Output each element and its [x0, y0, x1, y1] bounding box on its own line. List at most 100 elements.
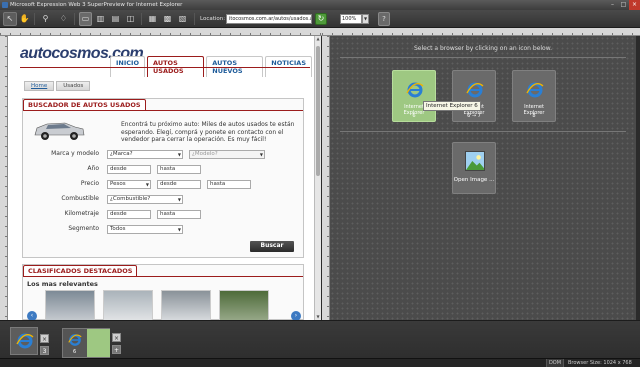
- scroll-thumb[interactable]: [316, 46, 320, 176]
- combustible-label: Combustible: [61, 195, 99, 202]
- title-bar: Microsoft Expression Web 3 SuperPreview …: [0, 0, 640, 10]
- km-desde-input[interactable]: desde: [107, 210, 151, 219]
- anio-label: Año: [87, 165, 99, 172]
- location-input[interactable]: itocosmos.com.ar/autos/usados.aspx: [226, 14, 312, 24]
- breadcrumb-usados[interactable]: Usados: [56, 81, 91, 91]
- marca-value: ¿Marca?: [110, 151, 133, 157]
- featured-car-thumbnail[interactable]: [161, 290, 211, 320]
- toolbar-separator: [141, 13, 142, 25]
- layout-single-icon[interactable]: ▭: [79, 12, 92, 26]
- layout-vertical-icon[interactable]: ▤: [109, 12, 122, 26]
- left-vertical-ruler: [0, 36, 8, 320]
- dom-toggle[interactable]: DOM: [546, 359, 564, 367]
- close-baseline-icon[interactable]: ×: [40, 334, 49, 343]
- left-vertical-scrollbar[interactable]: ▲ ▼: [314, 36, 321, 320]
- browser-ie8-card[interactable]: Internet Explorer 8: [512, 70, 556, 122]
- anio-hasta-input[interactable]: hasta: [157, 165, 201, 174]
- breadcrumb: Home Usados: [24, 81, 92, 91]
- grid-icon[interactable]: ▩: [161, 12, 174, 26]
- search-box-header: BUSCADOR DE AUTOS USADOS: [23, 99, 146, 111]
- help-icon[interactable]: ?: [378, 12, 390, 26]
- rulers-icon[interactable]: ▦: [146, 12, 159, 26]
- combustible-select[interactable]: ¿Combustible? ▼: [107, 195, 183, 204]
- marca-label: Marca y modelo: [51, 150, 99, 157]
- precio-desde-input[interactable]: desde: [157, 180, 201, 189]
- nav-divider: [20, 67, 310, 68]
- featured-car-thumbnail[interactable]: [219, 290, 269, 320]
- precio-currency-value: Pesos: [110, 181, 126, 187]
- tile-version: 6: [73, 349, 77, 355]
- header-divider: [23, 276, 303, 277]
- combustible-value: ¿Combustible?: [110, 196, 151, 202]
- window-title: Microsoft Expression Web 3 SuperPreview …: [10, 2, 183, 8]
- dropdown-arrow-icon: ▼: [177, 197, 181, 202]
- minimize-button[interactable]: –: [607, 0, 618, 10]
- toolbar-separator: [74, 13, 75, 25]
- buscar-button[interactable]: Buscar: [250, 241, 294, 252]
- window-controls: – □ ×: [607, 0, 640, 10]
- highlight-icon[interactable]: ♢: [57, 12, 70, 26]
- tile-selected-half: [87, 329, 110, 357]
- next-arrow-icon[interactable]: ›: [291, 311, 301, 320]
- browser-ie7-card[interactable]: Internet Explorer 6 → 7: [452, 70, 496, 122]
- dropdown-arrow-icon: ▼: [145, 182, 149, 187]
- panel-divider: [340, 57, 626, 58]
- dropdown-arrow-icon: ▼: [259, 152, 263, 157]
- dropdown-arrow-icon: ▼: [177, 227, 181, 232]
- toolbar: ↖ ✋ ⚲ ♢ ▭ ▥ ▤ ◫ ▦ ▩ ▧ Location: itocosmo…: [0, 10, 640, 28]
- modelo-select[interactable]: ¿Modelo? ▼: [189, 150, 265, 159]
- ie-logo-icon: [466, 82, 484, 98]
- refresh-arrow-icon[interactable]: ↻: [315, 13, 327, 25]
- browser-version: 8: [532, 113, 536, 119]
- pointer-tool-icon[interactable]: ↖: [3, 12, 17, 26]
- toolbar-separator: [194, 13, 195, 25]
- modelo-value: ¿Modelo?: [192, 151, 218, 157]
- featured-box: CLASIFICADOS DESTACADOS Los mas relevant…: [22, 264, 304, 320]
- right-vertical-ruler: [322, 36, 330, 320]
- browser-ie6-card[interactable]: Internet Explorer 6: [392, 70, 436, 122]
- comparison-browser-tile[interactable]: 6: [62, 328, 110, 358]
- browser-tooltip: Internet Explorer 6: [423, 101, 481, 111]
- browser-selection-instruction: Select a browser by clicking on an icon …: [414, 45, 552, 52]
- featured-header: CLASIFICADOS DESTACADOS: [23, 265, 138, 277]
- image-icon: [465, 151, 485, 171]
- ie-logo-icon: [406, 82, 424, 98]
- precio-hasta-input[interactable]: hasta: [207, 180, 251, 189]
- prev-arrow-icon[interactable]: ‹: [27, 311, 37, 320]
- close-tile-icon[interactable]: ×: [112, 333, 121, 342]
- dropdown-arrow-icon: ▼: [177, 152, 181, 157]
- layout-overlay-icon[interactable]: ◫: [124, 12, 137, 26]
- pan-tool-icon[interactable]: ✋: [18, 12, 31, 26]
- baseline-version-badge: 3: [40, 346, 49, 355]
- zoom-select[interactable]: 100%: [340, 14, 362, 24]
- ie-logo-icon: [68, 334, 82, 346]
- location-label: Location:: [200, 16, 226, 22]
- search-box: BUSCADOR DE AUTOS USADOS Encontrá tu pró…: [22, 98, 304, 258]
- baseline-browser-tile[interactable]: [10, 327, 38, 355]
- featured-thumbnails: [45, 290, 277, 320]
- pin-icon[interactable]: ⚲: [39, 12, 52, 26]
- marca-select[interactable]: ¿Marca? ▼: [107, 150, 183, 159]
- featured-car-thumbnail[interactable]: [45, 290, 95, 320]
- layout-side-by-side-icon[interactable]: ▥: [94, 12, 107, 26]
- left-horizontal-ruler: [0, 28, 322, 36]
- precio-currency-select[interactable]: Pesos ▼: [107, 180, 151, 189]
- featured-subtitle: Los mas relevantes: [27, 280, 98, 288]
- segmento-label: Segmento: [68, 225, 99, 232]
- right-horizontal-ruler: [322, 28, 640, 36]
- open-image-card[interactable]: Open Image ...: [452, 142, 496, 194]
- guides-icon[interactable]: ▧: [176, 12, 189, 26]
- scroll-up-icon[interactable]: ▲: [315, 36, 321, 42]
- browser-tile-strip: × 3 6 × +: [0, 320, 640, 358]
- car-image: [34, 122, 85, 140]
- add-tile-icon[interactable]: +: [112, 345, 121, 354]
- maximize-button[interactable]: □: [618, 0, 629, 10]
- km-hasta-input[interactable]: hasta: [157, 210, 201, 219]
- zoom-dropdown-icon[interactable]: ▼: [362, 14, 369, 24]
- close-button[interactable]: ×: [629, 0, 640, 10]
- featured-car-thumbnail[interactable]: [103, 290, 153, 320]
- anio-desde-input[interactable]: desde: [107, 165, 151, 174]
- breadcrumb-home[interactable]: Home: [24, 81, 55, 91]
- ie-logo-icon: [526, 82, 544, 98]
- segmento-select[interactable]: Todos ▼: [107, 225, 183, 234]
